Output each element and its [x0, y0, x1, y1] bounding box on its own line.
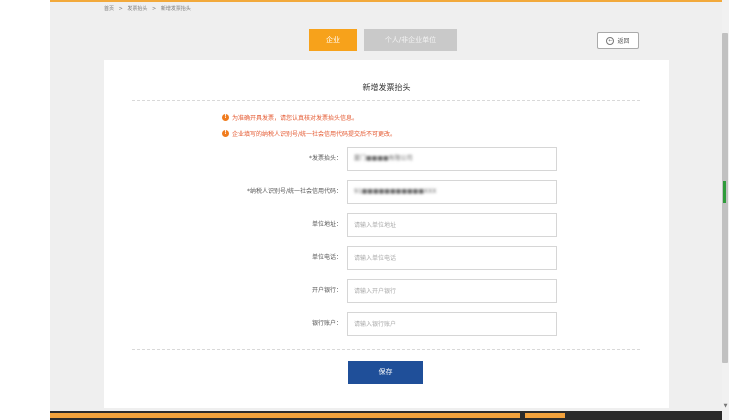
notice-text: 企业填写的纳税人识别号/统一社会信用代码提交后不可更改。: [232, 131, 397, 138]
row-invoice-title: *发票抬头： 厦门■■■■有限公司: [104, 147, 669, 171]
scroll-down-icon[interactable]: ▼: [722, 403, 729, 411]
form-card: 新增发票抬头 ! 为准确开具发票，请您认真核对发票抬头信息。 ! 企业填写的纳税…: [104, 60, 669, 408]
breadcrumb-separator: >: [152, 6, 157, 12]
bottom-bar: [50, 411, 722, 420]
warning-icon: !: [222, 114, 229, 121]
account-input[interactable]: [347, 312, 557, 336]
bottom-bar-accent: [50, 413, 520, 418]
bottom-bar-accent: [525, 413, 565, 418]
form-title: 新增发票抬头: [362, 83, 411, 92]
account-label: 银行账户：: [311, 320, 342, 327]
breadcrumb: 首页 > 发票抬头 > 新增发票抬头: [104, 5, 194, 12]
warning-icon: !: [222, 130, 229, 137]
divider: [132, 100, 640, 101]
row-phone: 单位电话：: [104, 246, 669, 270]
page-background: 首页 > 发票抬头 > 新增发票抬头 企业 个人/非企业单位 ← 返回 新增发票…: [50, 0, 722, 420]
back-button[interactable]: ← 返回: [597, 32, 639, 49]
row-address: 单位地址：: [104, 213, 669, 237]
notice-verify: ! 为准确开具发票，请您认真核对发票抬头信息。: [222, 113, 358, 122]
tab-company[interactable]: 企业: [309, 29, 357, 51]
row-account: 银行账户：: [104, 312, 669, 336]
invoice-title-label: *发票抬头：: [308, 155, 342, 162]
row-bank: 开户银行：: [104, 279, 669, 303]
divider: [132, 349, 640, 350]
tax-id-value: 91■■■■■■■■■■■XXX: [354, 188, 437, 195]
invoice-title-value: 厦门■■■■有限公司: [354, 155, 413, 162]
title-type-tabs: 企业 个人/非企业单位: [309, 29, 457, 51]
phone-input[interactable]: [347, 246, 557, 270]
tax-id-input[interactable]: 91■■■■■■■■■■■XXX: [347, 180, 557, 204]
notice-immutable: ! 企业填写的纳税人识别号/统一社会信用代码提交后不可更改。: [222, 129, 396, 138]
row-tax-id: *纳税人识别号/统一社会信用代码： 91■■■■■■■■■■■XXX: [104, 180, 669, 204]
breadcrumb-invoice-title-link[interactable]: 发票抬头: [127, 6, 147, 12]
bank-input[interactable]: [347, 279, 557, 303]
breadcrumb-current: 新增发票抬头: [160, 6, 191, 12]
back-arrow-icon: ←: [606, 36, 615, 45]
back-button-label: 返回: [617, 38, 630, 45]
breadcrumb-separator: >: [118, 6, 123, 12]
breadcrumb-home-link[interactable]: 首页: [104, 6, 114, 12]
bank-label: 开户银行：: [311, 287, 342, 294]
side-marker: [723, 181, 726, 203]
tab-personal[interactable]: 个人/非企业单位: [364, 29, 457, 51]
address-input[interactable]: [347, 213, 557, 237]
invoice-title-input[interactable]: 厦门■■■■有限公司: [347, 147, 557, 171]
save-button[interactable]: 保存: [348, 361, 423, 384]
tax-id-label: *纳税人识别号/统一社会信用代码：: [246, 188, 342, 195]
address-label: 单位地址：: [311, 221, 342, 228]
top-accent-line: [50, 0, 722, 2]
phone-label: 单位电话：: [311, 254, 342, 261]
notice-text: 为准确开具发票，请您认真核对发票抬头信息。: [232, 115, 359, 122]
